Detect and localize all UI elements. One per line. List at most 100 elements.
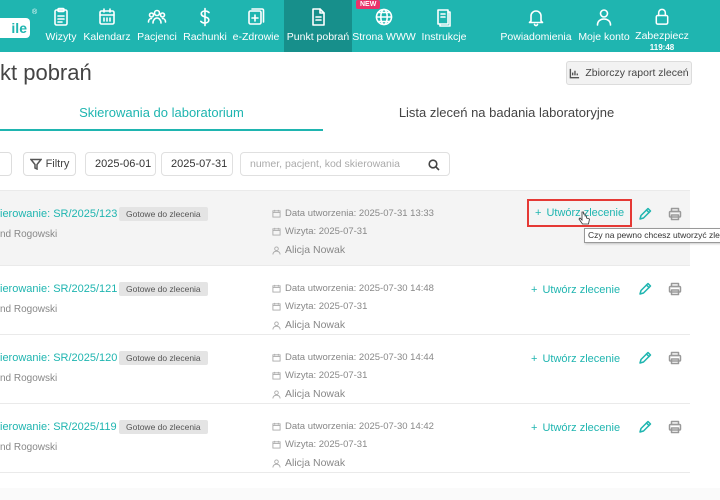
patient-name: Alicja Nowak — [272, 244, 345, 256]
lock-icon — [655, 8, 669, 25]
create-order-button[interactable]: + Utwórz zlecenie — [531, 280, 620, 300]
edit-icon[interactable] — [638, 351, 652, 365]
nav-item-kalendarz[interactable]: Kalendarz — [82, 0, 132, 52]
page-title: kt pobrań — [0, 60, 92, 85]
nav-item-instrukcje[interactable]: Instrukcje — [420, 0, 468, 52]
summary-report-label: Zbiorczy raport zleceń — [585, 67, 689, 79]
patients-icon — [147, 9, 167, 24]
search-input[interactable] — [241, 153, 421, 175]
nav-label-moje-konto: Moje konto — [578, 31, 630, 43]
patient-name-text: Alicja Nowak — [285, 244, 346, 256]
nav-item-strona-www[interactable]: NEW Strona WWW — [352, 0, 416, 52]
plus-icon: + — [531, 353, 538, 365]
tab-lab-orders[interactable]: Lista zleceń na badania laboratoryjne — [323, 105, 720, 131]
edit-icon[interactable] — [638, 282, 652, 296]
filters-button[interactable]: Filtry — [23, 152, 76, 176]
status-badge: Gotowe do zlecenia — [119, 420, 208, 434]
patient-name: Alicja Nowak — [272, 319, 345, 331]
new-badge: NEW — [356, 0, 381, 9]
edit-icon[interactable] — [638, 207, 652, 221]
nav-item-zabezpiecz[interactable]: Zabezpiecz 119:48 — [635, 0, 689, 52]
print-icon[interactable] — [668, 420, 682, 434]
visit-date-text: Wizyta: 2025-07-31 — [285, 370, 368, 381]
nav-label-pacjenci: Pacjenci — [137, 31, 177, 43]
status-badge: Gotowe do zlecenia — [119, 351, 208, 365]
calendar-icon — [272, 284, 281, 293]
calendar-icon — [272, 227, 281, 236]
created-date: Data utworzenia: 2025-07-30 14:48 — [272, 283, 434, 294]
edit-icon[interactable] — [638, 420, 652, 434]
calendar-icon — [272, 209, 281, 218]
user-icon — [272, 458, 281, 468]
nav-item-powiadomienia[interactable]: Powiadomienia — [500, 0, 572, 52]
calendar-icon — [272, 422, 281, 431]
referral-number-link[interactable]: ierowanie: SR/2025/120 — [0, 352, 117, 364]
nav-label-rachunki: Rachunki — [183, 31, 227, 43]
mouse-cursor-icon — [578, 211, 590, 225]
created-date-text: Data utworzenia: 2025-07-30 14:44 — [285, 352, 434, 363]
book-icon — [437, 9, 451, 27]
nav-item-e-zdrowie[interactable]: e-Zdrowie — [231, 0, 281, 52]
globe-icon — [375, 8, 393, 26]
status-badge: Gotowe do zlecenia — [119, 282, 208, 296]
filter-toggle-button[interactable] — [0, 152, 12, 176]
tab-referrals-label: Skierowania do laboratorium — [79, 105, 244, 120]
nav-item-punkt-pobran[interactable]: Punkt pobrań — [284, 0, 352, 52]
tab-referrals[interactable]: Skierowania do laboratorium — [0, 105, 323, 131]
patient-name-text: Alicja Nowak — [285, 388, 346, 400]
summary-report-button[interactable]: Zbiorczy raport zleceń — [566, 61, 692, 85]
nav-item-moje-konto[interactable]: Moje konto — [576, 0, 632, 52]
visit-date-text: Wizyta: 2025-07-31 — [285, 439, 368, 450]
created-date: Data utworzenia: 2025-07-30 14:44 — [272, 352, 434, 363]
nav-label-zabezpiecz: Zabezpiecz — [635, 30, 689, 42]
tab-lab-orders-label: Lista zleceń na badania laboratoryjne — [398, 105, 615, 120]
list-item: ierowanie: SR/2025/119 Gotowe do zleceni… — [0, 404, 690, 473]
plus-icon: + — [531, 422, 538, 434]
report-chart-icon — [570, 68, 580, 78]
patient-name-text: Alicja Nowak — [285, 319, 346, 331]
visit-date: Wizyta: 2025-07-31 — [272, 370, 367, 381]
page-bottom-edge — [0, 488, 720, 500]
plus-icon: + — [535, 207, 542, 219]
nav-item-pacjenci[interactable]: Pacjenci — [134, 0, 180, 52]
referral-number-link[interactable]: ierowanie: SR/2025/121 — [0, 283, 117, 295]
medical-plus-icon — [248, 8, 265, 25]
patient-name: Alicja Nowak — [272, 457, 345, 469]
doctor-name: nd Rogowski — [0, 442, 58, 453]
visit-date: Wizyta: 2025-07-31 — [272, 439, 367, 450]
nav-label-punkt-pobran: Punkt pobrań — [286, 31, 350, 43]
print-icon[interactable] — [668, 207, 682, 221]
nav-label-powiadomienia: Powiadomienia — [500, 31, 572, 43]
referral-number-link[interactable]: ierowanie: SR/2025/119 — [0, 421, 117, 433]
patient-name: Alicja Nowak — [272, 388, 345, 400]
create-order-button[interactable]: + Utwórz zlecenie — [531, 349, 620, 369]
calendar-icon — [99, 8, 115, 25]
top-navigation: ile ® Wizyty Kalendarz Pacjenci Rachunki… — [0, 0, 720, 52]
referral-number-link[interactable]: ierowanie: SR/2025/123 — [0, 208, 117, 220]
session-timer: 119:48 — [649, 43, 675, 52]
nav-item-wizyty[interactable]: Wizyty — [42, 0, 80, 52]
nav-label-instrukcje: Instrukcje — [421, 31, 467, 43]
visit-date-text: Wizyta: 2025-07-31 — [285, 301, 368, 312]
lab-document-icon — [312, 8, 325, 26]
calendar-icon — [272, 353, 281, 362]
search-icon[interactable] — [428, 158, 440, 171]
nav-item-rachunki[interactable]: Rachunki — [182, 0, 228, 52]
user-icon — [596, 9, 612, 26]
calendar-icon — [272, 302, 281, 311]
created-date: Data utworzenia: 2025-07-31 13:33 — [272, 208, 434, 219]
app-logo[interactable]: ile — [0, 18, 30, 38]
created-date: Data utworzenia: 2025-07-30 14:42 — [272, 421, 434, 432]
visit-date: Wizyta: 2025-07-31 — [272, 301, 367, 312]
print-icon[interactable] — [668, 351, 682, 365]
date-to-field[interactable]: 2025-07-31 — [161, 152, 233, 176]
clipboard-icon — [54, 7, 68, 26]
create-order-button[interactable]: + Utwórz zlecenie — [531, 418, 620, 438]
create-order-label: Utwórz zlecenie — [542, 422, 621, 434]
plus-icon: + — [531, 284, 538, 296]
date-from-field[interactable]: 2025-06-01 — [85, 152, 156, 176]
print-icon[interactable] — [668, 282, 682, 296]
nav-label-wizyty: Wizyty — [45, 31, 77, 43]
nav-label-kalendarz: Kalendarz — [83, 31, 131, 43]
visit-date-text: Wizyta: 2025-07-31 — [285, 226, 368, 237]
